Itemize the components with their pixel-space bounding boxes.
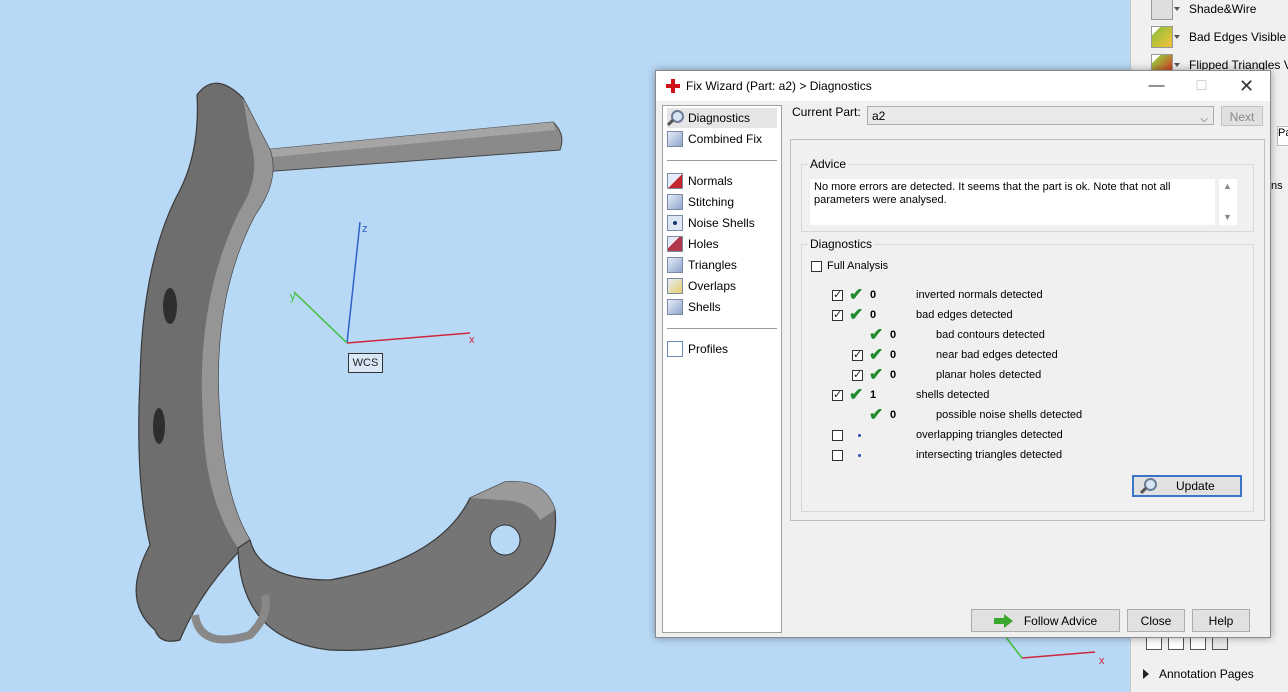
nav-divider xyxy=(667,328,777,329)
red-cross-icon xyxy=(666,79,680,93)
shells-icon xyxy=(667,299,683,315)
bad-edges-icon xyxy=(1151,26,1180,48)
nav-item-overlaps[interactable]: Overlaps xyxy=(667,276,777,296)
overlapping-triangles-checkbox[interactable] xyxy=(832,430,843,441)
dialog-title: Fix Wizard (Part: a2) > Diagnostics xyxy=(686,79,872,93)
nav-item-shells[interactable]: Shells xyxy=(667,297,777,317)
chevron-down-icon: ⌵ xyxy=(1200,114,1208,125)
nav-item-holes[interactable]: Holes xyxy=(667,234,777,254)
clipped-tab-ns[interactable]: ns xyxy=(1271,180,1288,196)
nav-item-noise-shells[interactable]: Noise Shells xyxy=(667,213,777,233)
intersecting-triangles-checkbox[interactable] xyxy=(832,450,843,461)
y-axis-label: y xyxy=(290,291,296,303)
profiles-icon xyxy=(667,341,683,357)
overlaps-icon xyxy=(667,278,683,294)
z-axis-label: z xyxy=(362,223,368,235)
nav-item-triangles[interactable]: Triangles xyxy=(667,255,777,275)
advice-title: Advice xyxy=(808,157,849,171)
check-ok-icon: ✔ xyxy=(869,365,884,384)
magnifier-icon xyxy=(667,110,684,126)
nav-item-diagnostics[interactable]: Diagnostics xyxy=(667,108,777,128)
help-button[interactable]: Help xyxy=(1192,609,1250,632)
near-bad-edges-label: near bad edges detected xyxy=(936,349,1058,361)
x-axis-label: x xyxy=(469,334,475,346)
shells-checkbox[interactable] xyxy=(832,388,843,401)
inverted-normals-checkbox[interactable] xyxy=(832,288,843,301)
annotation-pages-item[interactable]: Annotation Pages xyxy=(1131,662,1288,686)
nav-item-profiles[interactable]: Profiles xyxy=(667,339,777,359)
check-ok-icon: ✔ xyxy=(849,305,864,324)
advice-group: Advice No more errors are detected. It s… xyxy=(801,157,1254,232)
nav-item-stitching[interactable]: Stitching xyxy=(667,192,777,212)
svg-text:x: x xyxy=(1099,655,1105,667)
check-ok-icon: ✔ xyxy=(849,285,864,304)
nav-divider xyxy=(667,160,777,161)
diagnostics-panel: Advice No more errors are detected. It s… xyxy=(790,139,1265,521)
current-part-label: Current Part: xyxy=(792,105,861,119)
planar-holes-checkbox[interactable] xyxy=(852,368,863,381)
scroll-up-icon[interactable]: ▲ xyxy=(1223,181,1232,191)
advice-text: No more errors are detected. It seems th… xyxy=(810,179,1215,225)
inverted-normals-label: inverted normals detected xyxy=(916,289,1043,301)
check-ok-icon: ✔ xyxy=(849,385,864,404)
bad-edges-checkbox[interactable] xyxy=(832,308,843,321)
minimize-icon[interactable]: — xyxy=(1134,71,1179,101)
wcs-label: WCS xyxy=(348,353,383,373)
pending-dot-icon xyxy=(858,434,861,437)
near-bad-edges-checkbox[interactable] xyxy=(852,348,863,361)
wizard-nav: Diagnostics Combined Fix Normals Stitchi… xyxy=(662,105,782,633)
shells-label: shells detected xyxy=(916,389,990,401)
bad-contours-label: bad contours detected xyxy=(936,329,1045,341)
nav-item-combined-fix[interactable]: Combined Fix xyxy=(667,129,777,149)
current-part-select[interactable]: a2 ⌵ xyxy=(867,106,1214,125)
triangles-icon xyxy=(667,257,683,273)
check-ok-icon: ✔ xyxy=(869,405,884,424)
planar-holes-label: planar holes detected xyxy=(936,369,1042,381)
close-icon[interactable]: ✕ xyxy=(1224,71,1269,101)
diagnostics-group: Diagnostics Full Analysis ✔ 0 inverted n… xyxy=(801,237,1254,512)
green-arrow-icon xyxy=(993,613,1014,628)
follow-advice-button[interactable]: Follow Advice xyxy=(971,609,1120,632)
stitching-icon xyxy=(667,194,683,210)
clipped-tab-pa[interactable]: Pa xyxy=(1277,126,1288,146)
full-analysis-checkbox[interactable] xyxy=(811,261,822,272)
diagnostics-title: Diagnostics xyxy=(808,237,875,251)
maximize-icon[interactable]: □ xyxy=(1179,71,1224,101)
fix-wizard-dialog: Fix Wizard (Part: a2) > Diagnostics — □ … xyxy=(655,70,1271,638)
shade-wire-icon xyxy=(1151,0,1180,20)
shade-wire-item[interactable]: Shade&Wire xyxy=(1151,0,1256,21)
advice-scrollbar[interactable]: ▲ ▼ xyxy=(1218,179,1237,225)
normals-icon xyxy=(667,173,683,189)
holes-icon xyxy=(667,236,683,252)
bad-edges-item[interactable]: Bad Edges Visible xyxy=(1151,25,1286,49)
bad-edges-label: bad edges detected xyxy=(916,309,1013,321)
pending-dot-icon xyxy=(858,454,861,457)
noise-shells-label: possible noise shells detected xyxy=(936,409,1083,421)
magnifier-icon xyxy=(1140,478,1157,494)
intersecting-triangles-label: intersecting triangles detected xyxy=(916,449,1063,461)
combined-fix-icon xyxy=(667,131,683,147)
update-button[interactable]: Update xyxy=(1132,475,1242,497)
check-ok-icon: ✔ xyxy=(869,325,884,344)
close-button[interactable]: Close xyxy=(1127,609,1185,632)
expand-arrow-icon xyxy=(1143,669,1149,679)
overlapping-triangles-label: overlapping triangles detected xyxy=(916,429,1063,441)
next-button[interactable]: Next xyxy=(1221,106,1263,126)
scroll-down-icon[interactable]: ▼ xyxy=(1223,212,1232,222)
nav-item-normals[interactable]: Normals xyxy=(667,171,777,191)
noise-shells-icon xyxy=(667,215,683,231)
full-analysis-label: Full Analysis xyxy=(827,260,889,272)
check-ok-icon: ✔ xyxy=(869,345,884,364)
dialog-titlebar[interactable]: Fix Wizard (Part: a2) > Diagnostics — □ … xyxy=(656,71,1270,101)
